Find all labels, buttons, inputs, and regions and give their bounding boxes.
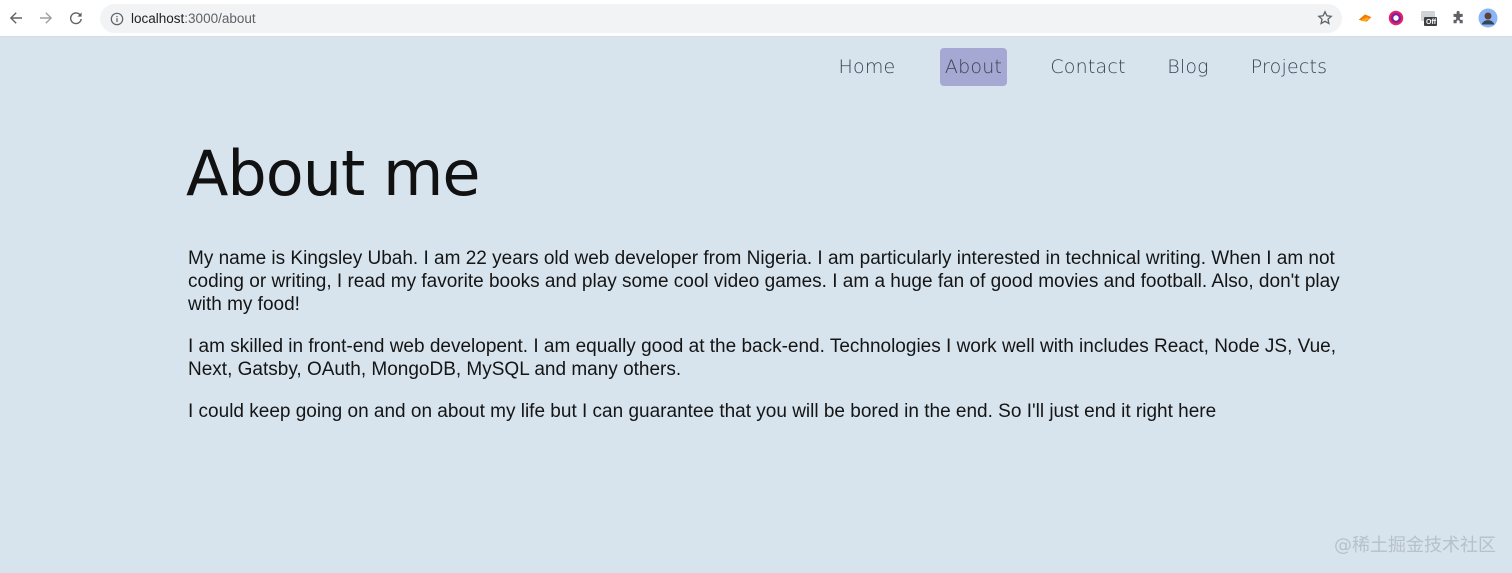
url-host: localhost <box>131 11 185 26</box>
nav-link-projects[interactable]: Projects <box>1250 48 1328 86</box>
reload-icon[interactable] <box>64 6 88 30</box>
back-icon[interactable] <box>4 6 28 30</box>
extension-off-badge-icon[interactable]: Off <box>1419 8 1439 28</box>
url-path: :3000/about <box>184 11 256 26</box>
page-content: Home About Contact Blog Projects About m… <box>0 37 1512 573</box>
extension-off-label: Off <box>1426 19 1437 26</box>
browser-toolbar: localhost:3000/about Off <box>0 0 1512 37</box>
nav-link-contact[interactable]: Contact <box>1050 48 1126 86</box>
extension-orange-icon[interactable] <box>1355 8 1375 28</box>
nav-link-about[interactable]: About <box>940 48 1007 86</box>
url-text[interactable]: localhost:3000/about <box>131 11 256 26</box>
page-title: About me <box>186 137 481 210</box>
about-content: My name is Kingsley Ubah. I am 22 years … <box>188 247 1368 442</box>
about-paragraph: I am skilled in front-end web developent… <box>188 336 1337 380</box>
watermark: @稀土掘金技术社区 <box>1334 535 1496 556</box>
profile-avatar-icon[interactable] <box>1478 8 1498 28</box>
top-navigation: Home About Contact Blog Projects <box>0 48 1512 88</box>
extensions-puzzle-icon[interactable] <box>1448 8 1468 28</box>
nav-link-blog[interactable]: Blog <box>1164 48 1212 86</box>
bookmark-star-icon[interactable] <box>1317 10 1334 27</box>
about-paragraph: My name is Kingsley Ubah. I am 22 years … <box>188 248 1340 315</box>
site-info-icon[interactable] <box>109 11 125 27</box>
about-paragraph: I could keep going on and on about my li… <box>188 401 1217 422</box>
nav-link-home[interactable]: Home <box>836 48 898 86</box>
forward-icon[interactable] <box>34 6 58 30</box>
extension-color-picker-icon[interactable] <box>1386 8 1406 28</box>
address-bar[interactable]: localhost:3000/about <box>100 4 1342 33</box>
